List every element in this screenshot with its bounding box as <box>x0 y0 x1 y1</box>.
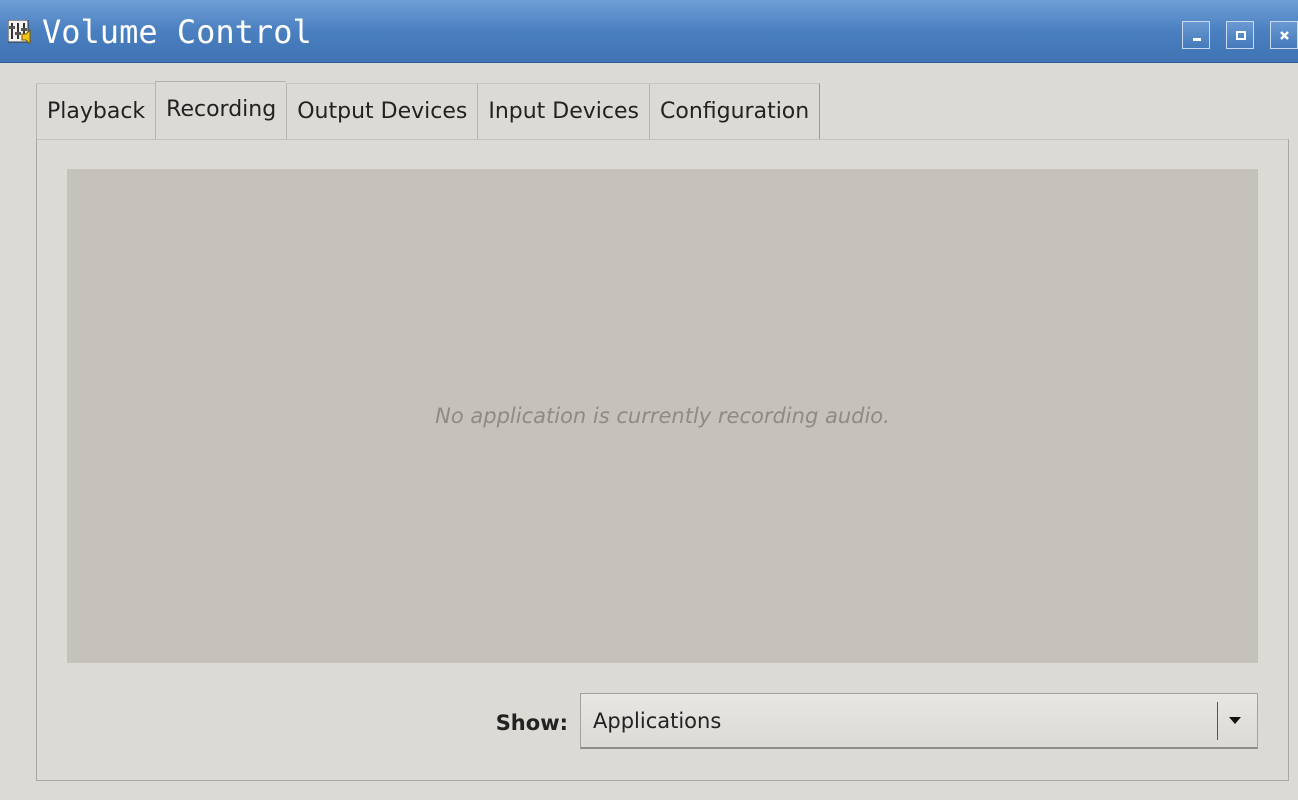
close-icon <box>1280 31 1289 40</box>
tab-playback[interactable]: Playback <box>36 83 156 139</box>
title-bar[interactable]: Volume Control <box>0 0 1298 63</box>
chevron-down-icon <box>1229 717 1241 724</box>
minimize-button[interactable] <box>1182 21 1210 49</box>
tab-output-devices[interactable]: Output Devices <box>286 83 478 139</box>
tab-bar: Playback Recording Output Devices Input … <box>36 81 821 139</box>
dropdown-separator <box>1217 702 1218 740</box>
volume-control-window: Volume Control Playback Recording Output… <box>0 0 1298 800</box>
maximize-button[interactable] <box>1226 21 1254 49</box>
recording-panel: No application is currently recording au… <box>36 139 1289 781</box>
recording-streams-list[interactable]: No application is currently recording au… <box>67 169 1258 663</box>
tab-input-devices[interactable]: Input Devices <box>477 83 650 139</box>
maximize-icon <box>1236 31 1246 40</box>
tab-recording[interactable]: Recording <box>155 81 287 139</box>
show-filter-dropdown[interactable]: Applications <box>580 693 1258 749</box>
show-filter-value: Applications <box>593 709 722 733</box>
close-button[interactable] <box>1270 21 1298 49</box>
empty-message: No application is currently recording au… <box>435 404 890 428</box>
window-title: Volume Control <box>42 13 312 51</box>
show-label: Show: <box>495 711 568 735</box>
minimize-icon <box>1193 38 1201 41</box>
tab-configuration[interactable]: Configuration <box>649 83 821 139</box>
volume-control-icon <box>8 20 31 44</box>
